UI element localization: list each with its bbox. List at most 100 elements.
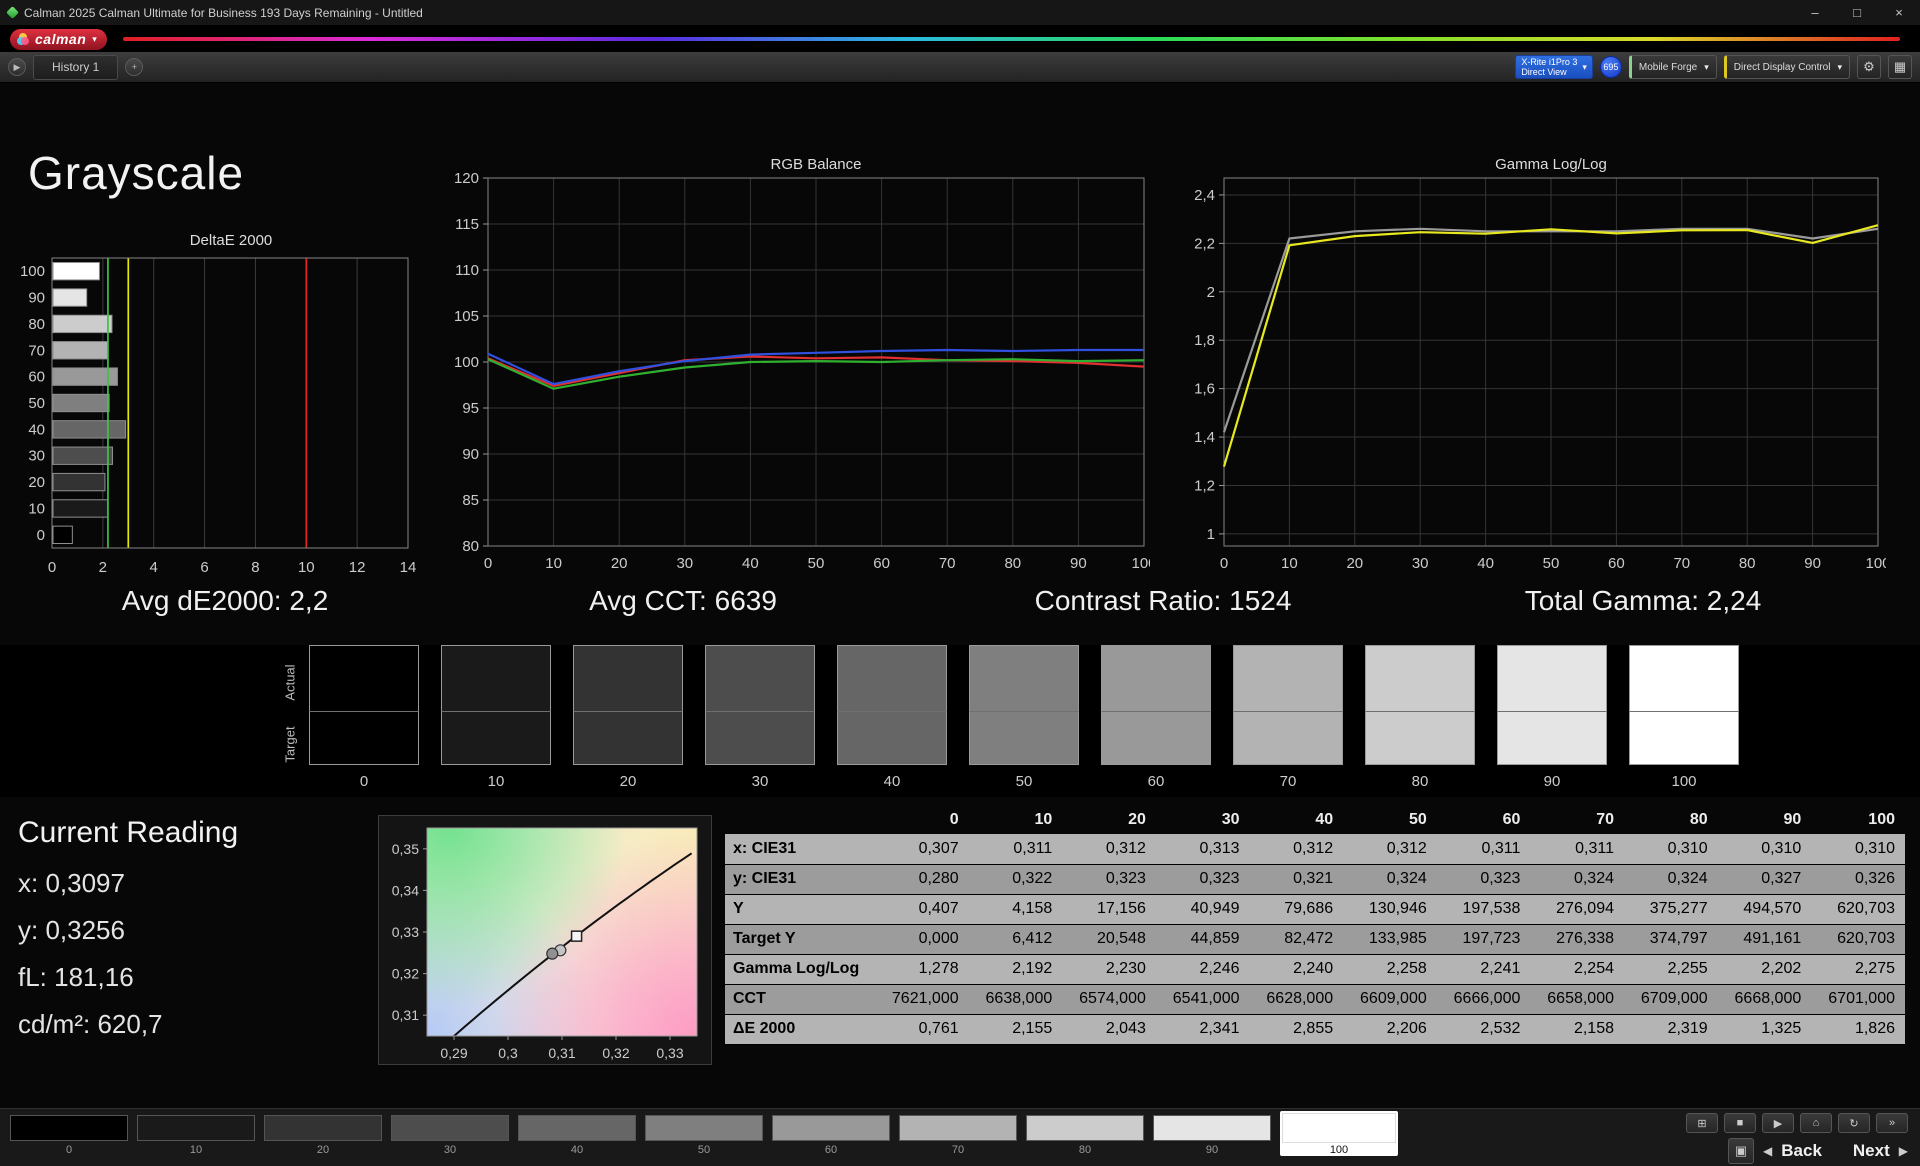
pattern-level-30[interactable]: 30 [391, 1115, 509, 1156]
svg-text:80: 80 [28, 316, 45, 333]
rgb-balance-chart: 0 10 20 30 40 50 60 70 80 90 100 80 85 90 95 100 105 110 1… [442, 170, 1157, 580]
meter-status-badge[interactable]: 695 [1599, 56, 1622, 78]
swatch-actual [309, 645, 419, 711]
grayscale-swatch-100: 100 [1629, 645, 1739, 790]
pattern-level-90[interactable]: 90 [1153, 1115, 1271, 1156]
calman-menu-button[interactable]: calman ▾ [10, 28, 107, 50]
display-control-name: Direct Display Control [1733, 61, 1831, 73]
swatch-level-label: 50 [1015, 773, 1033, 790]
history-panel-toggle[interactable]: ▶ [8, 58, 26, 76]
table-col-30: 30 [1221, 811, 1240, 828]
pattern-level-100[interactable]: 100 [1280, 1111, 1398, 1156]
transport-icon-3[interactable]: ⌂ [1800, 1113, 1832, 1133]
grayscale-swatch-60: 60 [1101, 645, 1211, 790]
svg-text:0,31: 0,31 [392, 1007, 419, 1023]
pattern-level-0[interactable]: 0 [10, 1115, 128, 1156]
stat-total-gamma: Total Gamma: 2,24 [1524, 585, 1762, 616]
pattern-level-label: 10 [189, 1144, 203, 1156]
svg-text:80: 80 [462, 538, 479, 555]
add-tab-button[interactable]: + [125, 58, 144, 76]
pattern-level-10[interactable]: 10 [137, 1115, 255, 1156]
meter-select-button[interactable]: X-Rite i1Pro 3 Direct View ▾ [1515, 55, 1593, 79]
svg-text:0,32: 0,32 [602, 1045, 629, 1061]
swatch-level-label: 90 [1543, 773, 1561, 790]
transport-icon-0[interactable]: ⊞ [1686, 1113, 1718, 1133]
svg-text:1,4: 1,4 [1194, 429, 1215, 446]
table-cell: 0,322 [1012, 870, 1053, 887]
svg-text:1: 1 [1207, 526, 1215, 543]
grayscale-swatch-90: 90 [1497, 645, 1607, 790]
brand-name: calman [35, 31, 87, 47]
source-select-button[interactable]: Mobile Forge ▾ [1628, 55, 1717, 79]
next-button[interactable]: Next [1853, 1141, 1890, 1161]
table-cell: 0,311 [1575, 839, 1614, 857]
close-button[interactable]: × [1878, 0, 1920, 25]
svg-text:80: 80 [1004, 555, 1021, 572]
svg-text:14: 14 [400, 559, 417, 576]
svg-text:0,34: 0,34 [392, 882, 419, 898]
swatch-target [1365, 711, 1475, 765]
meter-line1: X-Rite i1Pro 3 [1521, 57, 1578, 67]
table-cell: 0,311 [1481, 839, 1521, 857]
back-button[interactable]: Back [1781, 1141, 1822, 1161]
settings-gear-button[interactable]: ⚙ [1857, 55, 1881, 79]
table-cell: 0,326 [1854, 870, 1895, 887]
svg-text:80: 80 [1739, 555, 1756, 572]
pattern-level-50[interactable]: 50 [645, 1115, 763, 1156]
table-cell: 0,324 [1386, 870, 1427, 887]
table-cell: 0,311 [1013, 839, 1053, 857]
table-cell: 0,310 [1854, 839, 1895, 857]
pattern-level-60[interactable]: 60 [772, 1115, 890, 1156]
transport-icon-1[interactable]: ■ [1724, 1113, 1756, 1133]
table-cell: 0,323 [1105, 870, 1146, 887]
pattern-level-80[interactable]: 80 [1026, 1115, 1144, 1156]
row-label: CCT [733, 990, 766, 1007]
transport-icon-5[interactable]: » [1876, 1113, 1908, 1133]
svg-text:12: 12 [349, 559, 366, 576]
minimize-button[interactable]: – [1794, 0, 1836, 25]
svg-text:70: 70 [28, 342, 45, 359]
table-cell: 20,548 [1096, 930, 1146, 947]
svg-text:120: 120 [454, 172, 479, 187]
pattern-level-20[interactable]: 20 [264, 1115, 382, 1156]
reading-cdm2: cd/m²: 620,7 [18, 1009, 163, 1039]
transport-icons: ⊞ ■ ▶ ⌂ ↻ » [1618, 1113, 1908, 1133]
table-cell: 44,859 [1190, 930, 1240, 947]
pattern-swatch [899, 1115, 1017, 1141]
table-cell: 6541,000 [1172, 990, 1240, 1007]
grayscale-swatch-10: 10 [441, 645, 551, 790]
swatch-level-label: 40 [883, 773, 901, 790]
layout-grid-button[interactable]: ▦ [1888, 55, 1912, 79]
transport-icon-2[interactable]: ▶ [1762, 1113, 1794, 1133]
svg-text:50: 50 [808, 555, 825, 572]
table-cell: 2,192 [1012, 960, 1053, 977]
swatch-level-label: 60 [1147, 773, 1165, 790]
pattern-level-70[interactable]: 70 [899, 1115, 1017, 1156]
tab-history-1[interactable]: History 1 [33, 54, 119, 80]
swatch-actual [1629, 645, 1739, 711]
table-cell: 197,538 [1462, 900, 1521, 917]
maximize-button[interactable]: □ [1836, 0, 1878, 25]
table-cell: 0,324 [1667, 870, 1708, 887]
pattern-window-button[interactable]: ▣ [1728, 1138, 1755, 1164]
deltae-chart-title: DeltaE 2000 [189, 232, 273, 249]
transport-icon-4[interactable]: ↻ [1838, 1113, 1870, 1133]
source-name: Mobile Forge [1638, 61, 1698, 73]
svg-text:1,2: 1,2 [1194, 477, 1215, 494]
stat-avg-cct: Avg CCT: 6639 [589, 585, 777, 616]
pattern-level-label: 0 [65, 1144, 73, 1156]
swatch-actual [705, 645, 815, 711]
cie-chromaticity-chart: 0,29 0,3 0,31 0,32 0,33 0,35 0,34 0,33 0,32 0,31 [378, 815, 712, 1065]
svg-text:95: 95 [462, 400, 479, 417]
swatch-actual [837, 645, 947, 711]
table-cell: 6701,000 [1828, 990, 1895, 1007]
svg-text:1,6: 1,6 [1194, 381, 1215, 398]
display-control-button[interactable]: Direct Display Control ▾ [1723, 55, 1850, 79]
pattern-level-40[interactable]: 40 [518, 1115, 636, 1156]
table-cell: 0,307 [918, 839, 959, 857]
gamma-chart-title: Gamma Log/Log [1495, 156, 1607, 173]
meter-line2: Direct View [1521, 67, 1567, 77]
svg-text:6: 6 [200, 559, 208, 576]
svg-text:10: 10 [28, 500, 45, 517]
pattern-level-label: 30 [443, 1144, 457, 1156]
